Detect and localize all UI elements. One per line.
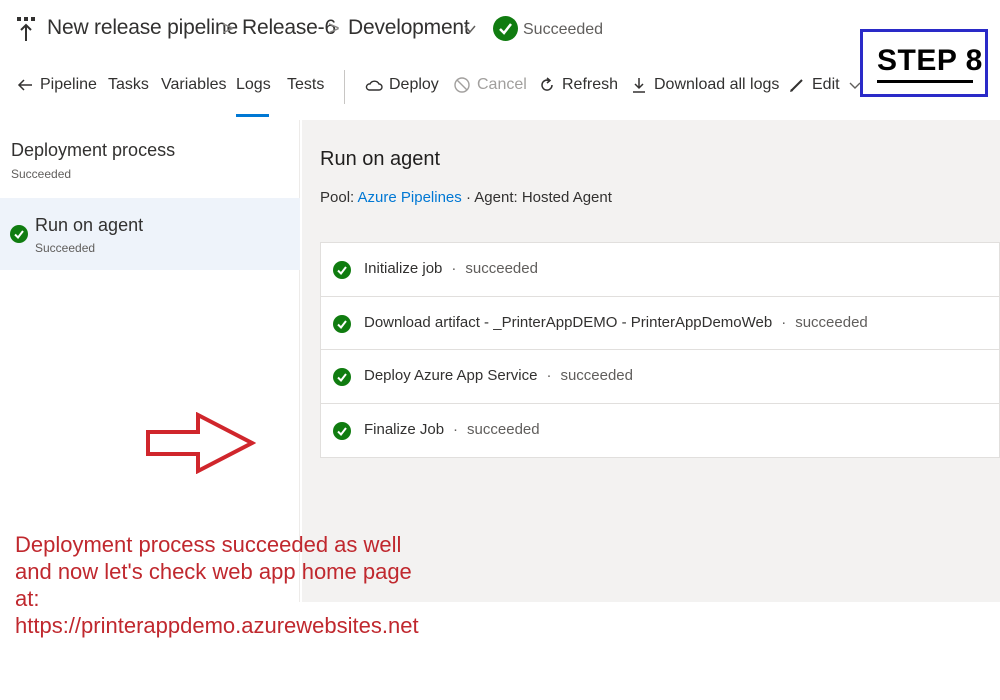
toolbar-divider xyxy=(344,70,345,104)
step-label: Finalize Job · succeeded xyxy=(364,421,540,438)
step-badge: STEP 8 xyxy=(860,29,988,97)
step-label: Initialize job · succeeded xyxy=(364,260,538,277)
cancel-label: Cancel xyxy=(477,76,527,93)
tab-label: Tasks xyxy=(108,76,149,93)
deploy-label: Deploy xyxy=(389,76,439,93)
separator-dot: · xyxy=(453,420,459,438)
tab-logs[interactable]: Logs xyxy=(236,76,271,94)
step-row-finalize-job[interactable]: Finalize Job · succeeded xyxy=(321,404,999,458)
separator-dot: · xyxy=(781,313,787,331)
step-status: succeeded xyxy=(560,367,633,384)
cancel-button[interactable]: Cancel xyxy=(453,76,527,94)
run-on-agent-title: Run on agent xyxy=(35,215,144,235)
azure-pipelines-link[interactable]: Azure Pipelines xyxy=(358,189,462,206)
cancel-icon xyxy=(454,77,470,93)
download-all-logs-label: Download all logs xyxy=(654,76,780,93)
tab-tasks[interactable]: Tasks xyxy=(108,76,149,94)
run-on-agent-item[interactable]: Run on agent Succeeded xyxy=(0,198,300,270)
tab-label: Logs xyxy=(236,76,271,93)
job-details-panel: Run on agent Pool: Azure Pipelines · Age… xyxy=(302,120,1000,602)
tab-pipeline[interactable]: Pipeline xyxy=(16,76,97,94)
step-label: Download artifact - _PrinterAppDEMO - Pr… xyxy=(364,314,868,331)
agent-text: · Agent: Hosted Agent xyxy=(465,189,612,206)
check-circle-icon xyxy=(333,261,351,279)
edit-button[interactable]: Edit xyxy=(788,76,864,94)
chevron-down-icon[interactable] xyxy=(463,22,477,36)
cloud-icon xyxy=(365,80,383,91)
job-title: Run on agent xyxy=(320,148,441,170)
step-label: Deploy Azure App Service · succeeded xyxy=(364,367,633,384)
run-on-agent-status: Succeeded xyxy=(35,241,96,255)
tab-variables[interactable]: Variables xyxy=(161,76,227,94)
tab-label: Pipeline xyxy=(40,76,97,93)
selected-tab-indicator xyxy=(236,114,269,117)
download-all-logs-button[interactable]: Download all logs xyxy=(630,76,779,94)
breadcrumb-release[interactable]: Release-6 xyxy=(242,16,336,40)
annotation-text: Deployment process succeeded as well and… xyxy=(15,532,419,638)
step-status: succeeded xyxy=(467,420,540,438)
edit-label: Edit xyxy=(812,76,840,93)
check-circle-icon xyxy=(10,225,28,243)
step-name: Download artifact - _PrinterAppDEMO - Pr… xyxy=(364,313,773,331)
deployment-process-title[interactable]: Deployment process xyxy=(11,140,175,161)
deploy-button[interactable]: Deploy xyxy=(365,76,439,94)
header-bar: New release pipeline > Release-6 > Devel… xyxy=(0,0,1000,62)
download-icon xyxy=(633,78,645,93)
refresh-label: Refresh xyxy=(562,76,619,93)
pool-agent-info: Pool: Azure Pipelines · Agent: Hosted Ag… xyxy=(320,189,612,206)
step-row-deploy-azure-app-service[interactable]: Deploy Azure App Service · succeeded xyxy=(321,350,999,404)
check-circle-icon xyxy=(333,368,351,386)
step-status: succeeded xyxy=(465,260,538,277)
red-arrow-icon xyxy=(146,412,256,474)
step-badge-label: STEP 8 xyxy=(877,44,983,77)
tab-label: Tests xyxy=(287,76,325,93)
step-row-download-artifact[interactable]: Download artifact - _PrinterAppDEMO - Pr… xyxy=(321,297,999,350)
separator-dot: · xyxy=(451,260,457,277)
success-status-icon xyxy=(493,16,518,41)
step-status: succeeded xyxy=(795,313,868,331)
pool-label: Pool: xyxy=(320,189,355,206)
refresh-button[interactable]: Refresh xyxy=(538,76,618,94)
breadcrumb-separator: > xyxy=(222,18,234,40)
arrow-left-icon xyxy=(17,79,32,91)
pencil-icon xyxy=(790,79,803,92)
check-circle-icon xyxy=(333,314,351,333)
release-status-text: Succeeded xyxy=(523,21,604,38)
step-name: Deploy Azure App Service xyxy=(364,367,538,384)
deployment-process-status: Succeeded xyxy=(11,167,72,181)
breadcrumb-separator: > xyxy=(328,18,340,40)
step-name: Initialize job xyxy=(364,260,443,277)
release-pipeline-icon xyxy=(17,17,35,41)
breadcrumb-stage[interactable]: Development xyxy=(348,16,470,40)
separator-dot: · xyxy=(546,367,552,384)
step-name: Finalize Job xyxy=(364,420,445,438)
tab-tests[interactable]: Tests xyxy=(287,76,324,94)
step-row-initialize-job[interactable]: Initialize job · succeeded xyxy=(321,243,999,297)
check-circle-icon xyxy=(333,421,351,440)
breadcrumb-pipeline[interactable]: New release pipeline xyxy=(47,16,238,40)
deployment-process-panel: Deployment process Succeeded Run on agen… xyxy=(0,120,300,602)
step-badge-underline xyxy=(877,80,973,83)
tab-label: Variables xyxy=(161,76,227,93)
job-steps-list: Initialize job · succeeded Download artifa… xyxy=(320,242,1000,458)
refresh-icon xyxy=(541,77,553,91)
toolbar: Pipeline Tasks Variables Logs Tests Depl… xyxy=(0,62,1000,118)
